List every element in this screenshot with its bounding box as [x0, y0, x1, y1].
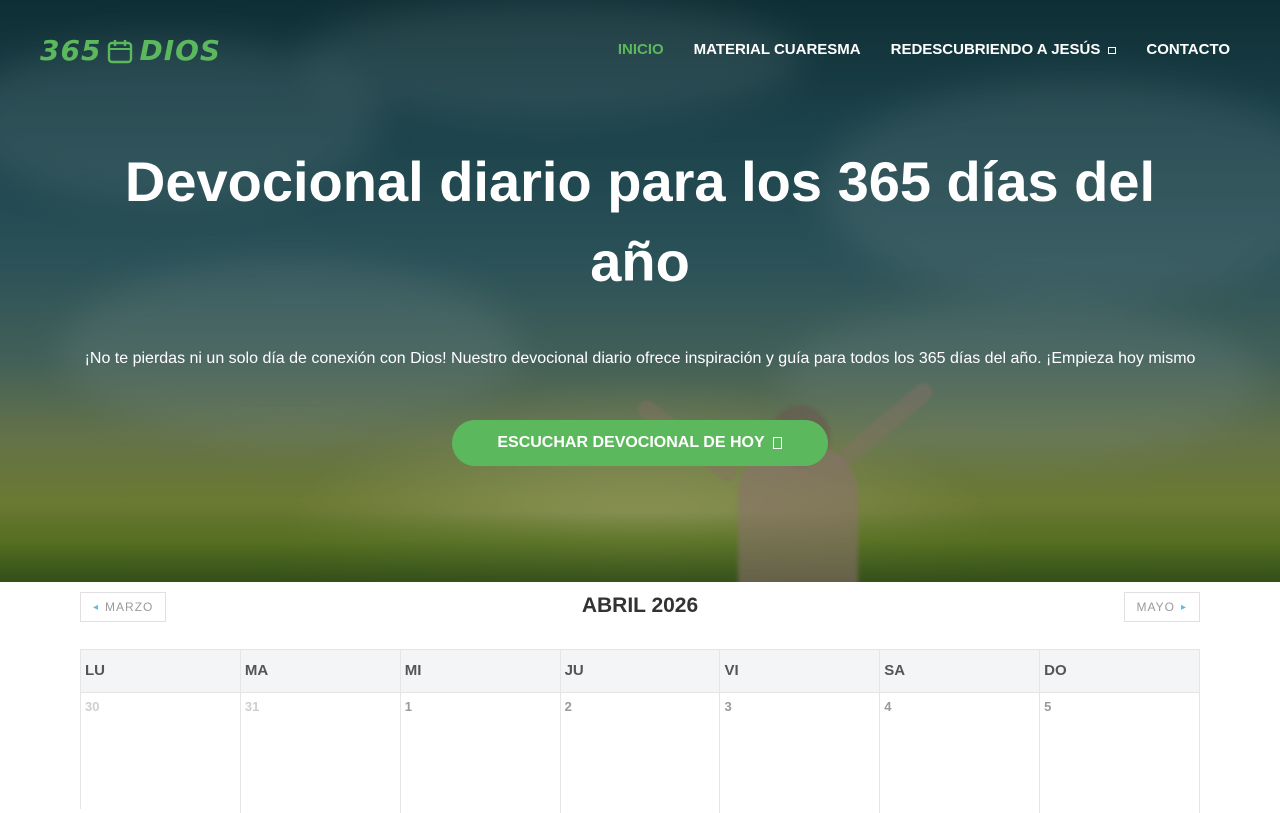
logo-text-left: 365 [40, 34, 102, 67]
calendar-weekday-row: LU MA MI JU VI SA DO [81, 650, 1201, 693]
calendar-title: ABRIL 2026 [581, 594, 699, 617]
calendar-header: ◂ MARZO ABRIL 2026 MAYO ▸ [80, 592, 1200, 622]
nav-item-label: REDESCUBRIENDO A JESÚS [890, 41, 1101, 58]
cta-label: ESCUCHAR DEVOCIONAL DE HOY [497, 434, 765, 451]
hero-subtitle: ¡No te pierdas ni un solo día de conexió… [84, 350, 1196, 367]
calendar-day[interactable]: 4 [880, 693, 1041, 813]
calendar-grid: LU MA MI JU VI SA DO 30 31 1 2 3 4 5 [80, 649, 1201, 813]
calendar-icon [108, 39, 133, 63]
nav-item-label: MATERIAL CUARESMA [693, 41, 861, 58]
weekday-header: SA [880, 650, 1041, 693]
calendar-day[interactable]: 5 [1040, 693, 1201, 813]
calendar-day[interactable]: 3 [720, 693, 881, 813]
calendar-day[interactable]: 31 [241, 693, 401, 813]
calendar-day[interactable]: 1 [401, 693, 561, 813]
calendar-day[interactable]: 30 [81, 693, 241, 813]
next-month-button[interactable]: MAYO ▸ [1123, 592, 1200, 622]
main-nav: INICIO MATERIAL CUARESMA REDESCUBRIENDO … [618, 41, 1230, 58]
weekday-header: VI [720, 650, 881, 693]
logo-text-right: DIOS [139, 34, 222, 67]
nav-item-material-cuaresma[interactable]: MATERIAL CUARESMA [694, 41, 861, 58]
hero-section: 365 DIOS INICIO MATERIAL CUARESMA REDESC… [0, 0, 1280, 582]
listen-devotional-button[interactable]: ESCUCHAR DEVOCIONAL DE HOY [452, 420, 828, 466]
nav-item-label: CONTACTO [1146, 41, 1230, 58]
nav-item-redescubriendo[interactable]: REDESCUBRIENDO A JESÚS [891, 41, 1117, 58]
next-month-label: MAYO [1136, 600, 1175, 614]
calendar-week-row: 30 31 1 2 3 4 5 [81, 693, 1201, 813]
calendar-day[interactable]: 2 [561, 693, 721, 813]
chevron-down-icon [1108, 46, 1117, 54]
weekday-header: DO [1040, 650, 1201, 693]
site-logo[interactable]: 365 DIOS [40, 34, 221, 67]
arrow-right-icon [772, 437, 782, 449]
nav-item-label: INICIO [617, 41, 664, 58]
weekday-header: JU [560, 650, 721, 693]
nav-item-inicio[interactable]: INICIO [618, 41, 664, 58]
weekday-header: MA [240, 650, 401, 693]
hero-title: Devocional diario para los 365 días del … [124, 150, 1156, 293]
chevron-right-icon: ▸ [1180, 601, 1187, 613]
weekday-header: MI [400, 650, 561, 693]
weekday-header: LU [81, 650, 241, 693]
nav-item-contacto[interactable]: CONTACTO [1146, 41, 1230, 58]
